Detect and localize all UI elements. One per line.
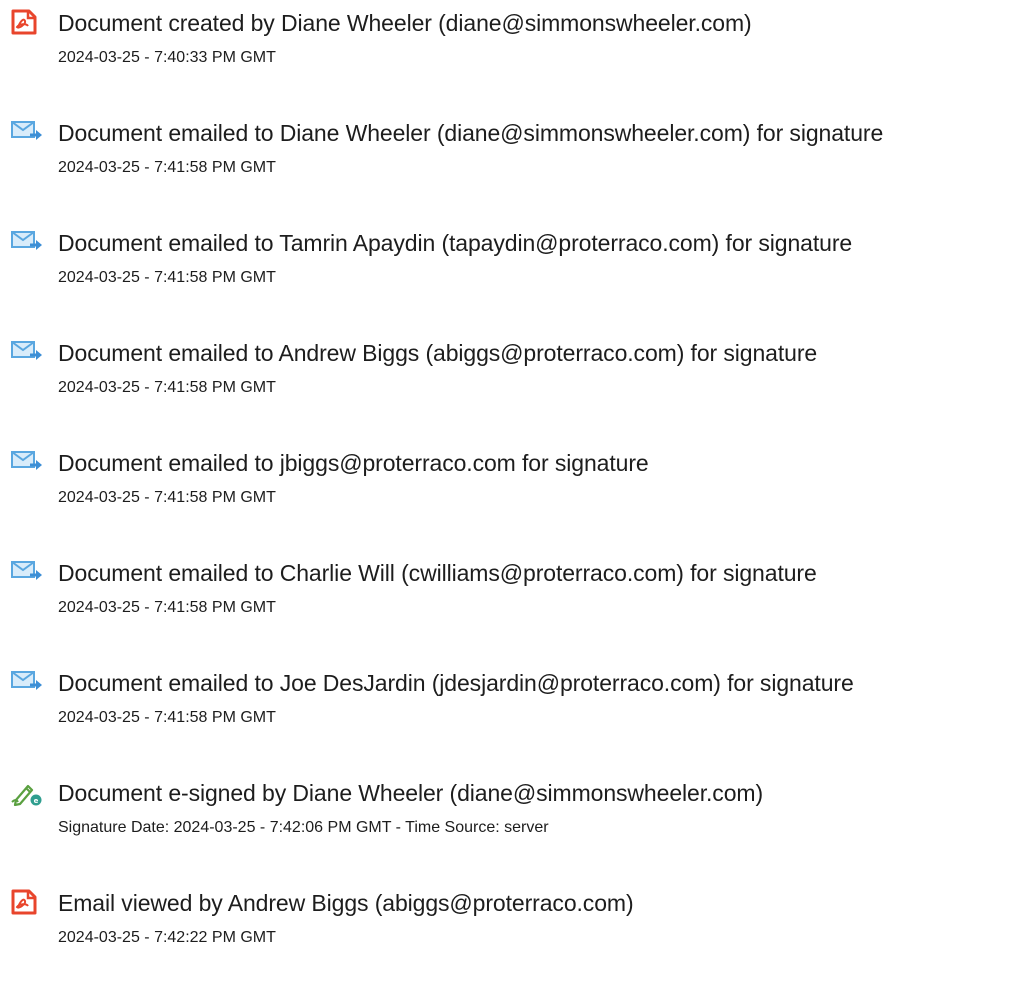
event-timestamp: 2024-03-25 - 7:41:58 PM GMT	[58, 709, 276, 726]
audit-event: Document emailed to Charlie Will (cwilli…	[0, 550, 1023, 650]
audit-event: Document emailed to Diane Wheeler (diane…	[0, 110, 1023, 210]
audit-event: Document created by Diane Wheeler (diane…	[0, 0, 1023, 100]
email-sent-icon	[10, 668, 44, 696]
document-viewed-icon	[10, 888, 44, 916]
event-title: Document emailed to Tamrin Apaydin (tapa…	[58, 230, 853, 256]
event-timestamp: Signature Date: 2024-03-25 - 7:42:06 PM …	[58, 819, 549, 836]
email-sent-icon	[10, 448, 44, 476]
audit-event: Document emailed to Joe DesJardin (jdesj…	[0, 660, 1023, 760]
event-title: Document e-signed by Diane Wheeler (dian…	[58, 780, 764, 806]
event-timestamp: 2024-03-25 - 7:42:22 PM GMT	[58, 929, 276, 946]
event-timestamp: 2024-03-25 - 7:40:33 PM GMT	[58, 49, 276, 66]
svg-text:e: e	[34, 797, 39, 805]
event-timestamp: 2024-03-25 - 7:41:58 PM GMT	[58, 379, 276, 396]
email-sent-icon	[10, 558, 44, 586]
audit-event: Document emailed to Tamrin Apaydin (tapa…	[0, 220, 1023, 320]
event-title: Email viewed by Andrew Biggs (abiggs@pro…	[58, 890, 634, 916]
event-timestamp: 2024-03-25 - 7:41:58 PM GMT	[58, 599, 276, 616]
event-title: Document emailed to Andrew Biggs (abiggs…	[58, 340, 818, 366]
audit-event: Document emailed to jbiggs@proterraco.co…	[0, 440, 1023, 540]
event-title: Document emailed to Charlie Will (cwilli…	[58, 560, 817, 586]
document-created-icon	[10, 8, 44, 36]
event-timestamp: 2024-03-25 - 7:41:58 PM GMT	[58, 269, 276, 286]
event-timestamp: 2024-03-25 - 7:41:58 PM GMT	[58, 159, 276, 176]
event-title: Document emailed to Diane Wheeler (diane…	[58, 120, 884, 146]
email-sent-icon	[10, 228, 44, 256]
email-sent-icon	[10, 118, 44, 146]
audit-event: Document emailed to Andrew Biggs (abiggs…	[0, 330, 1023, 430]
event-title: Document emailed to jbiggs@proterraco.co…	[58, 450, 649, 476]
event-title: Document emailed to Joe DesJardin (jdesj…	[58, 670, 854, 696]
event-timestamp: 2024-03-25 - 7:41:58 PM GMT	[58, 489, 276, 506]
event-title: Document created by Diane Wheeler (diane…	[58, 10, 752, 36]
email-sent-icon	[10, 338, 44, 366]
e-signed-icon: e	[10, 778, 44, 806]
audit-event: Email viewed by Andrew Biggs (abiggs@pro…	[0, 880, 1023, 980]
audit-event: e Document e-signed by Diane Wheeler (di…	[0, 770, 1023, 870]
